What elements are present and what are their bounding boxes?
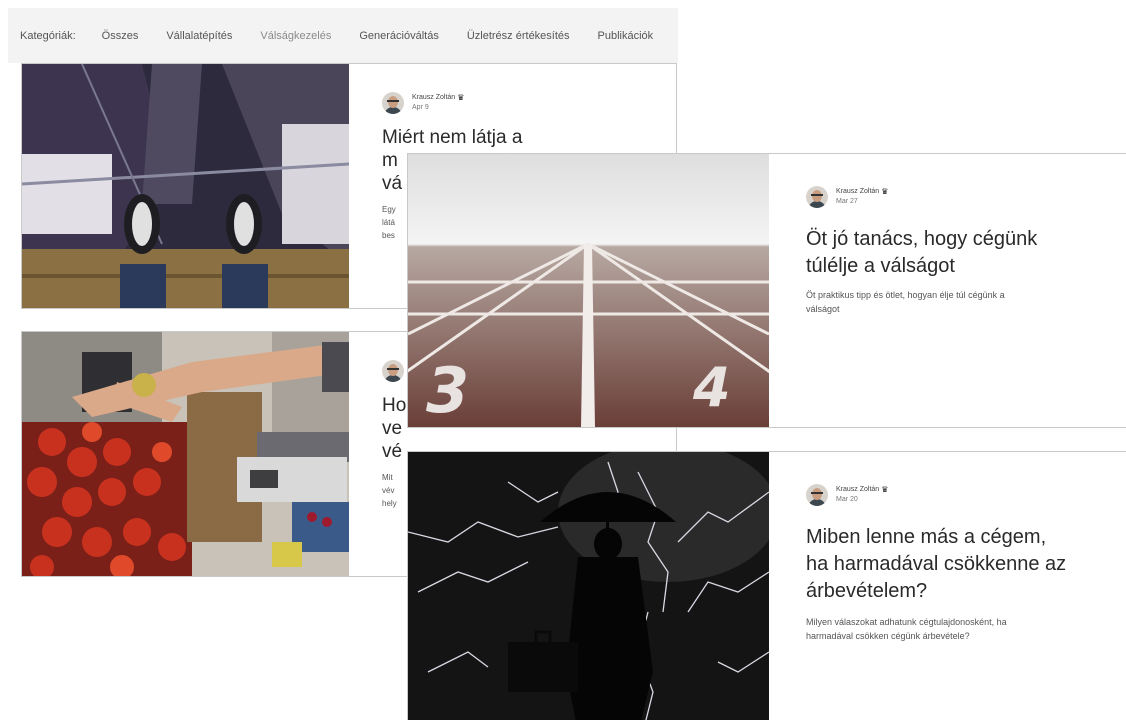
post-image-track[interactable]: 3 4 xyxy=(408,154,769,427)
author-row: Krausz Zoltán ♛ Mar 20 xyxy=(806,484,1118,506)
category-company-building[interactable]: Vállalatépítés xyxy=(166,30,232,42)
blog-collage: Kategóriák: Összes Vállalatépítés Válság… xyxy=(0,0,1126,720)
running-track-photo: 3 4 xyxy=(408,154,769,427)
post-body: Krausz Zoltán ♛ Mar 20 Miben lenne más a … xyxy=(806,452,1118,720)
avatar[interactable] xyxy=(382,360,404,382)
category-all[interactable]: Összes xyxy=(102,30,139,42)
category-publications[interactable]: Publikációk xyxy=(598,30,654,42)
post-image-storm[interactable] xyxy=(408,452,769,720)
category-bar: Kategóriák: Összes Vállalatépítés Válság… xyxy=(8,8,678,63)
storm-umbrella-photo xyxy=(408,452,769,720)
post-title[interactable]: Miben lenne más a cégem, ha harmadával c… xyxy=(806,524,1118,605)
author-name[interactable]: Krausz Zoltán xyxy=(836,485,879,495)
category-generation-change[interactable]: Generációváltás xyxy=(359,30,439,42)
author-row: Krausz Zoltán ♛ Mar 27 xyxy=(806,186,1118,208)
crown-icon: ♛ xyxy=(881,187,889,196)
post-card[interactable]: 3 4 Krausz Zoltán ♛ Mar 27 Öt jó tanács, … xyxy=(407,153,1126,428)
category-crisis-management[interactable]: Válságkezelés xyxy=(260,30,331,42)
author-row: Krausz Zoltán ♛ Apr 9 xyxy=(382,92,666,114)
post-date: Apr 9 xyxy=(412,104,429,111)
post-excerpt: Milyen válaszokat adhatunk cégtulajdonos… xyxy=(806,617,1007,641)
lane-number-4: 4 xyxy=(692,356,731,419)
post-image-market[interactable] xyxy=(22,332,349,576)
avatar[interactable] xyxy=(806,484,828,506)
post-date: Mar 20 xyxy=(836,496,858,503)
crown-icon: ♛ xyxy=(457,93,465,102)
post-body: Krausz Zoltán ♛ Mar 27 Öt jó tanács, hogy… xyxy=(806,154,1118,427)
avatar[interactable] xyxy=(382,92,404,114)
author-name[interactable]: Krausz Zoltán xyxy=(412,93,455,103)
category-share-sale[interactable]: Üzletrész értékesítés xyxy=(467,30,570,42)
post-image-rooftop[interactable] xyxy=(22,64,349,308)
avatar[interactable] xyxy=(806,186,828,208)
post-title[interactable]: Öt jó tanács, hogy cégünk túlélje a váls… xyxy=(806,226,1118,280)
market-fruit-photo xyxy=(22,332,349,576)
author-name[interactable]: Krausz Zoltán xyxy=(836,187,879,197)
post-excerpt: Öt praktikus tipp és ötlet, hogyan élje … xyxy=(806,290,1005,314)
post-card[interactable]: Krausz Zoltán ♛ Mar 20 Miben lenne más a … xyxy=(407,451,1126,720)
crown-icon: ♛ xyxy=(881,485,889,494)
post-date: Mar 27 xyxy=(836,198,858,205)
rooftop-feet-photo xyxy=(22,64,349,308)
lane-number-3: 3 xyxy=(426,354,469,427)
category-label: Kategóriák: xyxy=(20,29,76,42)
